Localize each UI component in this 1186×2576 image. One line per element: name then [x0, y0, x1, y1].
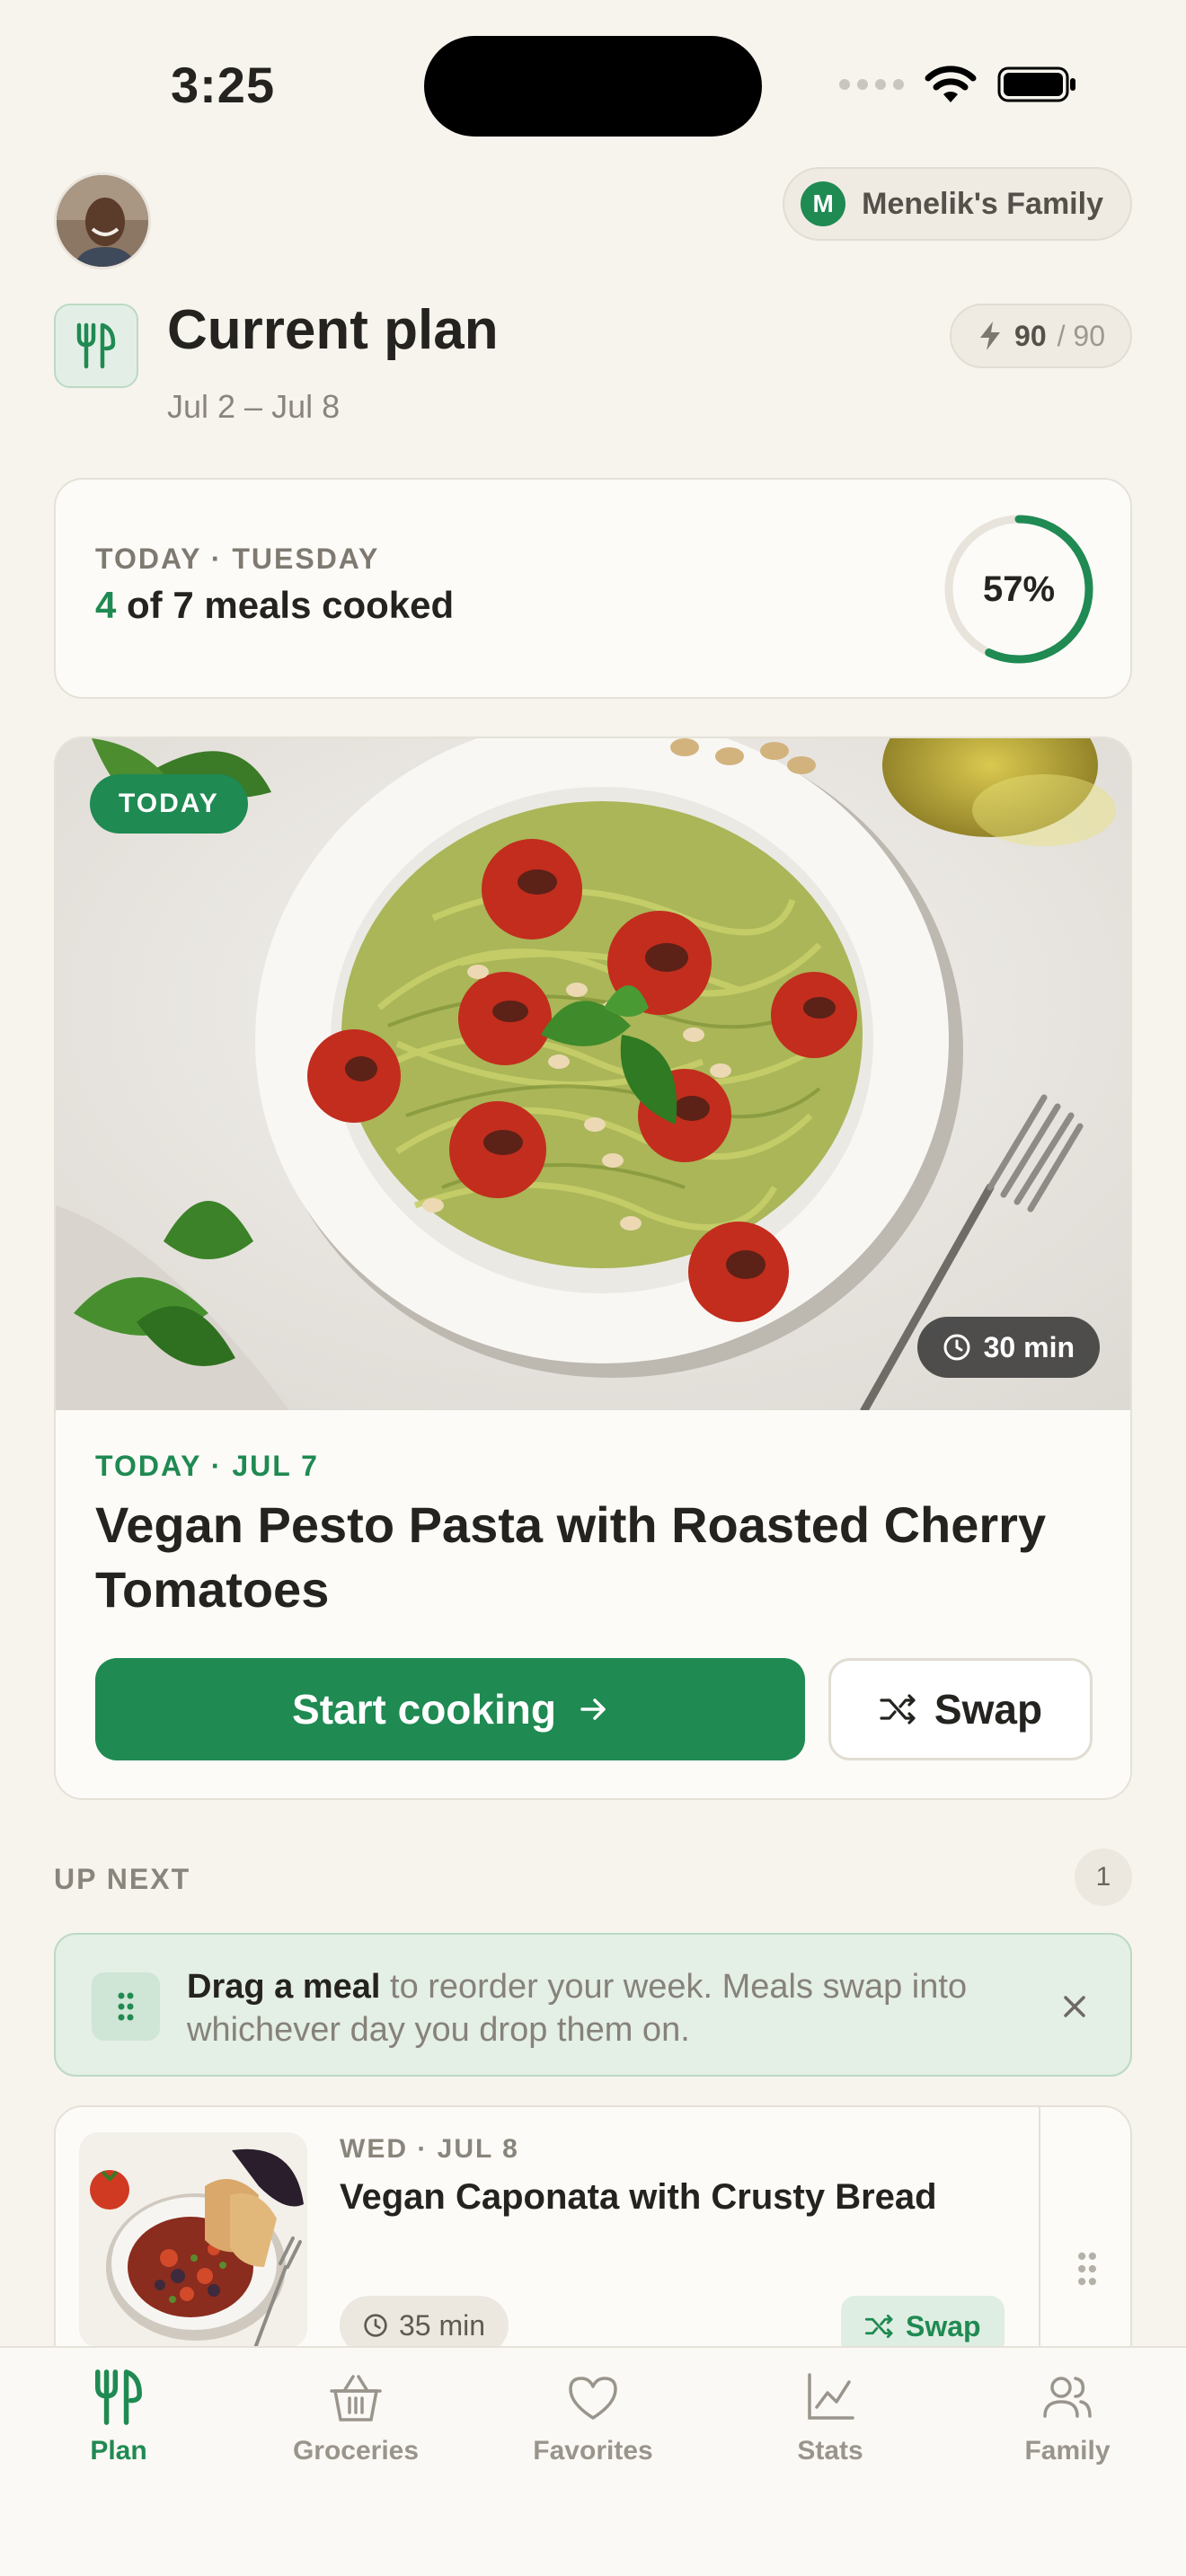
fork-knife-icon — [95, 2369, 142, 2425]
featured-meal-card[interactable]: TODAY 30 min TODAY · JUL 7 Vegan Pesto P… — [54, 737, 1132, 1800]
family-switcher[interactable]: M Menelik's Family — [783, 167, 1132, 241]
drag-handle-icon — [92, 1972, 160, 2041]
people-icon — [1043, 2377, 1092, 2418]
close-icon[interactable] — [1055, 1987, 1094, 2026]
drag-handle-icon — [1078, 2252, 1096, 2286]
shuffle-icon — [880, 1694, 916, 1725]
meals-cooked-summary: 4 of 7 meals cooked — [95, 584, 454, 627]
up-next-count: 1 — [1075, 1848, 1132, 1906]
clock-icon — [364, 2314, 387, 2337]
wifi-icon — [925, 66, 977, 102]
meal-thumbnail — [79, 2132, 307, 2348]
status-time: 3:25 — [171, 57, 276, 113]
tab-groceries-label: Groceries — [292, 2436, 420, 2466]
meal-title: Vegan Pesto Pasta with Roasted Cherry To… — [95, 1496, 1047, 1618]
meal-photo: TODAY 30 min — [56, 738, 1130, 1410]
tab-plan-label: Plan — [90, 2436, 147, 2466]
avatar[interactable] — [54, 172, 151, 269]
user-photo — [57, 175, 148, 267]
tab-groceries[interactable]: Groceries — [237, 2368, 474, 2466]
drag-hint-bold: Drag a meal — [187, 1968, 381, 2006]
lightning-icon — [980, 322, 1001, 350]
today-badge: TODAY — [90, 774, 248, 834]
meals-cooked-count: 4 — [95, 584, 117, 626]
plan-date-range: Jul 2 – Jul 8 — [167, 388, 341, 425]
cook-time-badge: 30 min — [916, 1317, 1100, 1378]
list-item-date: WED · JUL 8 — [340, 2134, 519, 2164]
list-item-title: Vegan Caponata with Crusty Bread — [340, 2177, 937, 2217]
cellular-signal-icon — [839, 79, 904, 90]
progress-day-label: TODAY · TUESDAY — [95, 543, 380, 575]
family-initial-badge: M — [801, 181, 846, 226]
basket-icon — [330, 2375, 382, 2422]
start-cooking-button[interactable]: Start cooking — [95, 1658, 805, 1760]
cook-time-text: 30 min — [983, 1330, 1075, 1363]
tab-family-label: Family — [1024, 2436, 1111, 2466]
meals-cooked-suffix: of 7 meals cooked — [127, 584, 455, 626]
tab-stats[interactable]: Stats — [712, 2368, 949, 2466]
fork-knife-icon — [54, 304, 138, 388]
list-item-swap-label: Swap — [906, 2309, 981, 2342]
drag-hint-text: Drag a meal to reorder your week. Meals … — [187, 1965, 1049, 2051]
tab-stats-label: Stats — [797, 2436, 863, 2466]
start-cooking-label: Start cooking — [292, 1686, 556, 1733]
tab-bar: Plan Groceries Favorites Stats Family — [0, 2346, 1186, 2576]
tab-favorites-label: Favorites — [533, 2436, 653, 2466]
energy-total: / 90 — [1057, 319, 1105, 352]
status-icons — [839, 65, 1078, 104]
arrow-right-icon — [580, 1698, 606, 1720]
drag-hint-banner: Drag a meal to reorder your week. Meals … — [54, 1933, 1132, 2077]
progress-ring: 57% — [942, 512, 1096, 666]
energy-badge[interactable]: 90 / 90 — [950, 304, 1132, 368]
swap-label: Swap — [934, 1686, 1043, 1733]
up-next-heading: UP NEXT — [54, 1863, 191, 1895]
shuffle-icon — [864, 2315, 893, 2338]
progress-card: TODAY · TUESDAY 4 of 7 meals cooked 57% — [54, 478, 1132, 699]
battery-icon — [997, 66, 1075, 102]
swap-meal-button[interactable]: Swap — [828, 1658, 1093, 1760]
tab-favorites[interactable]: Favorites — [474, 2368, 712, 2466]
dynamic-island — [424, 36, 762, 137]
family-name: Menelik's Family — [862, 186, 1103, 221]
progress-percent: 57% — [982, 569, 1056, 609]
tab-family[interactable]: Family — [949, 2368, 1186, 2466]
energy-used: 90 — [1014, 319, 1047, 352]
meal-date: TODAY · JUL 7 — [95, 1450, 319, 1482]
chart-icon — [808, 2373, 854, 2420]
page-title: Current plan — [167, 299, 499, 361]
tab-plan[interactable]: Plan — [0, 2368, 237, 2466]
heart-icon — [569, 2377, 617, 2420]
list-item-time: 35 min — [399, 2308, 486, 2342]
clock-icon — [943, 1334, 970, 1361]
